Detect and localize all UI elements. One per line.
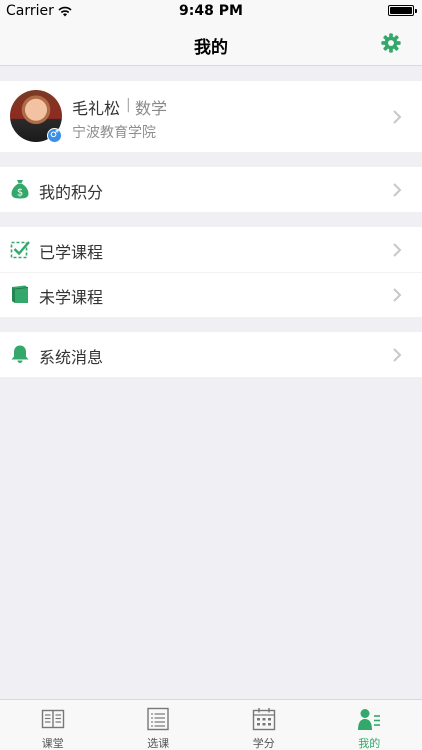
money-bag-icon: $ <box>11 180 29 199</box>
courses-section: 已学课程 未学课程 <box>0 227 422 317</box>
menu-item-system-messages[interactable]: 系统消息 <box>0 332 422 377</box>
closed-book-icon <box>12 285 29 303</box>
status-bar: Carrier 9:48 PM <box>0 0 422 22</box>
tab-label: 我的 <box>358 737 381 750</box>
tab-label: 选课 <box>147 737 170 750</box>
list-icon <box>147 707 169 731</box>
tab-label: 课堂 <box>41 737 64 750</box>
navigation-bar: 我的 <box>0 22 422 66</box>
settings-gear-icon[interactable] <box>380 32 402 54</box>
chevron-right-icon <box>393 348 402 362</box>
tab-classroom[interactable]: 课堂 <box>0 700 106 750</box>
profile-card[interactable]: ♂ 毛礼松 | 数学 宁波教育学院 <box>0 81 422 152</box>
calendar-icon <box>252 708 275 731</box>
name-separator: | <box>126 97 131 113</box>
tab-mine[interactable]: 我的 <box>317 700 422 750</box>
menu-label-messages: 系统消息 <box>39 348 104 367</box>
svg-text:$: $ <box>17 188 23 199</box>
bell-icon <box>11 345 29 363</box>
person-icon <box>358 709 381 730</box>
menu-label-learned: 已学课程 <box>39 243 104 262</box>
chevron-right-icon <box>393 110 402 124</box>
chevron-right-icon <box>393 288 402 302</box>
screen: Carrier 9:48 PM 我的 ♂ 毛礼松 | 数学 宁波教育学院 $ 我… <box>0 0 422 750</box>
menu-item-unlearned-courses[interactable]: 未学课程 <box>0 272 422 317</box>
tab-label: 学分 <box>252 737 275 750</box>
checkbox-checked-icon <box>10 241 30 259</box>
tab-course-selection[interactable]: 选课 <box>106 700 212 750</box>
battery-icon <box>388 5 417 16</box>
male-gender-icon: ♂ <box>47 128 62 143</box>
chevron-right-icon <box>393 183 402 197</box>
clock: 9:48 PM <box>179 3 243 19</box>
user-school: 宁波教育学院 <box>72 125 156 141</box>
user-name: 毛礼松 <box>72 99 121 118</box>
user-subject: 数学 <box>135 99 168 118</box>
page-title: 我的 <box>194 38 228 58</box>
points-section: $ 我的积分 <box>0 167 422 212</box>
messages-section: 系统消息 <box>0 332 422 377</box>
menu-item-points[interactable]: $ 我的积分 <box>0 167 422 212</box>
menu-label-points: 我的积分 <box>39 183 104 202</box>
tab-credits[interactable]: 学分 <box>211 700 317 750</box>
book-open-icon <box>41 709 64 729</box>
chevron-right-icon <box>393 243 402 257</box>
tab-bar: 课堂 选课 学分 我的 <box>0 699 422 750</box>
menu-label-unlearned: 未学课程 <box>39 288 104 307</box>
menu-item-learned-courses[interactable]: 已学课程 <box>0 227 422 272</box>
